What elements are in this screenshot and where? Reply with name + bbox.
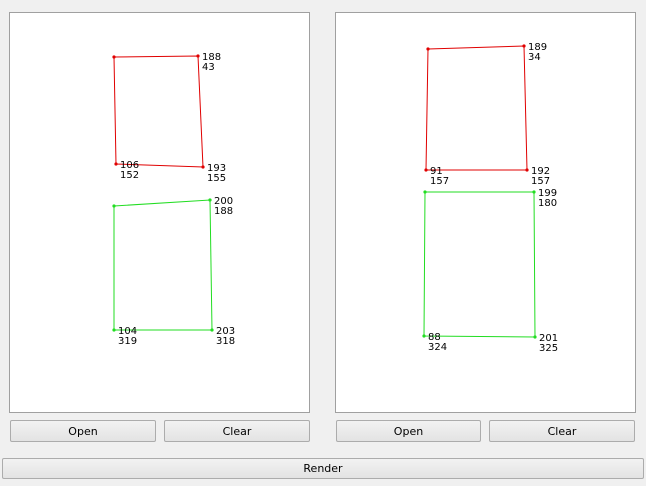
left-canvas[interactable]: [9, 12, 310, 413]
left-clear-button[interactable]: Clear: [164, 420, 310, 442]
right-clear-button[interactable]: Clear: [489, 420, 635, 442]
left-open-button[interactable]: Open: [10, 420, 156, 442]
right-open-button[interactable]: Open: [336, 420, 481, 442]
render-button[interactable]: Render: [2, 458, 644, 479]
right-canvas[interactable]: [335, 12, 636, 413]
